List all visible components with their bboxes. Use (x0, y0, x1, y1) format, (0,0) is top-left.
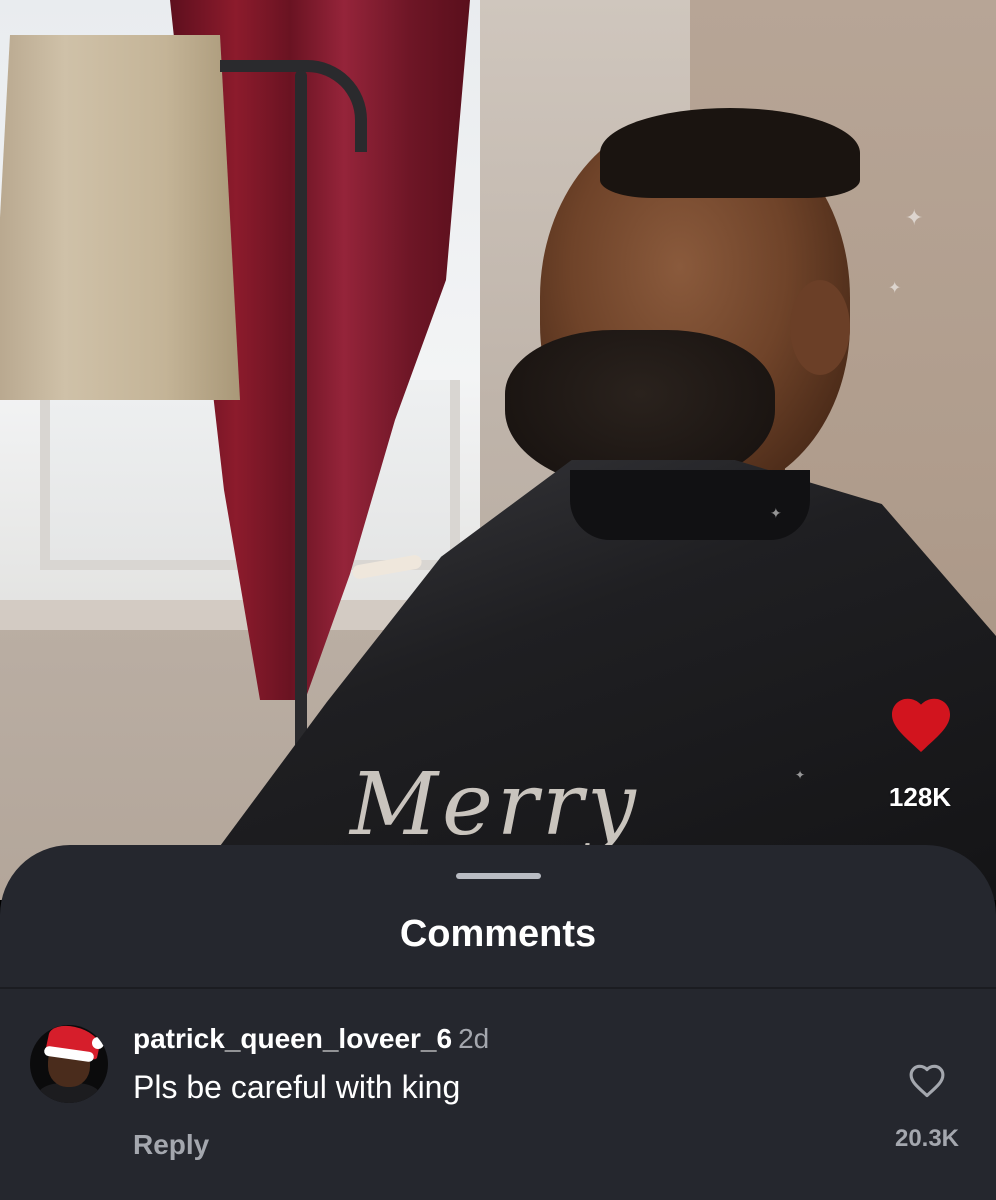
video-frame[interactable]: Merry ✦ ✦ ✦ ✦ (0, 0, 996, 900)
divider (0, 987, 996, 989)
comment-like-count: 20.3K (894, 1125, 960, 1152)
drag-handle[interactable] (456, 873, 541, 879)
person-ear (790, 280, 850, 375)
comment-username[interactable]: patrick_queen_loveer_6 (133, 1023, 452, 1054)
comment-timestamp: 2d (458, 1023, 490, 1054)
avatar[interactable] (30, 1025, 108, 1103)
comment-header: patrick_queen_loveer_6 2d (133, 1023, 489, 1055)
lamp-pole (295, 70, 307, 750)
comments-title: Comments (399, 913, 597, 955)
sparkle-icon: ✦ (795, 768, 806, 782)
cape-print-text: Merry (350, 755, 640, 855)
like-count: 128K (888, 782, 952, 812)
santa-hat-ball (92, 1037, 104, 1049)
lamp-arm (220, 60, 367, 152)
comment-text: Pls be careful with king (133, 1069, 461, 1105)
lamp-shade (0, 35, 240, 400)
reply-button[interactable]: Reply (133, 1129, 209, 1161)
person-hair (600, 108, 860, 198)
sparkle-icon: ✦ (888, 280, 902, 297)
sparkle-icon: ✦ (770, 505, 782, 521)
heart-filled-icon[interactable] (886, 692, 956, 754)
heart-outline-icon[interactable] (906, 1061, 948, 1099)
screen: Merry ✦ ✦ ✦ ✦ 128K Comments patrick_quee… (0, 0, 996, 1200)
sparkle-icon: ✦ (905, 205, 924, 230)
comments-sheet: Comments patrick_queen_loveer_6 2d Pls be… (0, 845, 996, 1200)
